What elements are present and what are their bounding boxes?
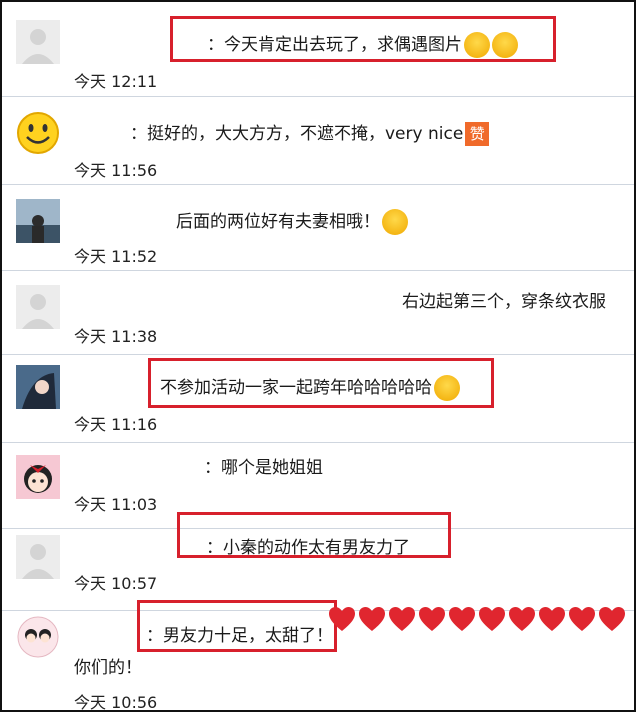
heart-icon <box>569 607 595 631</box>
comment-text: ：哪个是她姐姐 <box>204 458 323 478</box>
default-avatar[interactable] <box>16 20 60 64</box>
comment-list: ：今天肯定出去玩了，求偶遇图片 今天 12:11 ：挺好的，大大方方，不遮不掩，… <box>0 0 636 712</box>
heart-icon <box>539 607 565 631</box>
comment-time: 今天 11:52 <box>74 247 158 266</box>
comment-time: 今天 12:11 <box>74 72 158 91</box>
comment-text: ：挺好的，大大方方，不遮不掩，very nice 赞 <box>130 119 490 146</box>
default-avatar[interactable] <box>16 285 60 329</box>
heart-icon <box>329 607 355 631</box>
comment-time: 今天 10:56 <box>74 693 158 712</box>
smiley-avatar[interactable] <box>16 111 60 155</box>
hearts-row <box>327 605 627 633</box>
heart-icon <box>419 607 445 631</box>
comment-item: ：挺好的，大大方方，不遮不掩，very nice 赞 今天 11:56 <box>2 97 634 185</box>
anime-avatar[interactable] <box>16 365 60 409</box>
comment-text-continued: 你们的！ <box>74 658 142 678</box>
comment-time: 今天 11:56 <box>74 161 158 180</box>
heart-icon <box>509 607 535 631</box>
grin-icon <box>382 209 408 235</box>
default-avatar[interactable] <box>16 535 60 579</box>
heart-icon <box>599 607 625 631</box>
couple-avatar[interactable] <box>16 615 60 659</box>
zan-icon: 赞 <box>465 122 490 146</box>
highlight-box <box>148 358 494 408</box>
highlight-box <box>137 600 337 652</box>
comment-item: 后面的两位好有夫妻相哦！ 今天 11:52 <box>2 185 634 271</box>
highlight-box <box>170 16 556 62</box>
heart-icon <box>449 607 475 631</box>
heart-icon <box>389 607 415 631</box>
comment-time: 今天 11:38 <box>74 327 158 346</box>
comment-text: 后面的两位好有夫妻相哦！ <box>176 207 408 235</box>
comment-time: 今天 10:57 <box>74 574 158 593</box>
comment-text: 右边起第三个，穿条纹衣服 <box>402 292 606 312</box>
highlight-box <box>177 512 451 558</box>
comment-item: 右边起第三个，穿条纹衣服 今天 11:38 <box>2 271 634 355</box>
photo-avatar[interactable] <box>16 199 60 243</box>
comment-time: 今天 11:03 <box>74 495 158 514</box>
heart-icon <box>359 607 385 631</box>
heart-icon <box>479 607 505 631</box>
cartoon-girl-avatar[interactable] <box>16 455 60 499</box>
comment-time: 今天 11:16 <box>74 415 158 434</box>
